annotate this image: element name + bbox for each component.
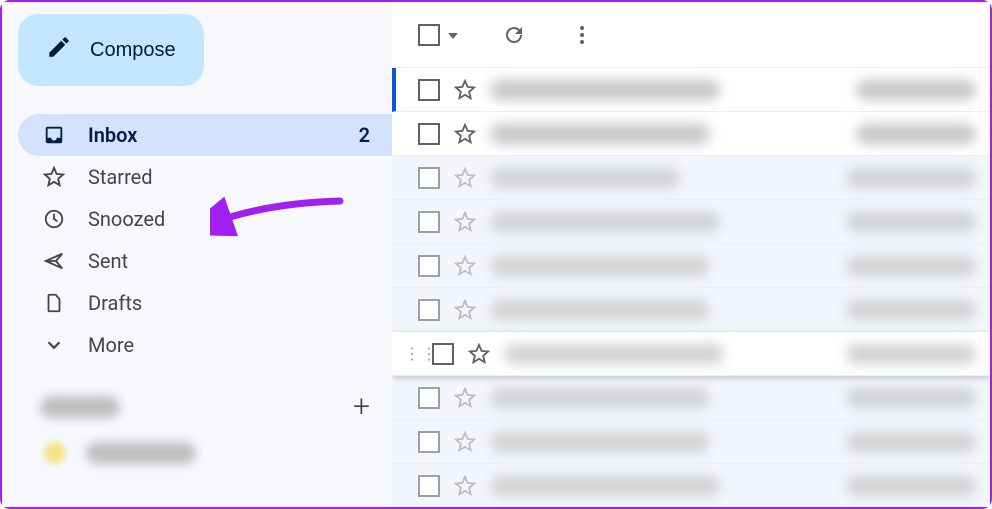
sidebar: Compose Inbox 2 Starred Snoozed Sent Dra… bbox=[2, 2, 392, 507]
sidebar-item-label: Snoozed bbox=[88, 207, 165, 231]
checkbox-icon bbox=[418, 24, 440, 46]
star-button[interactable] bbox=[454, 387, 476, 409]
message-row[interactable] bbox=[392, 68, 990, 112]
toolbar bbox=[392, 2, 990, 68]
message-checkbox[interactable] bbox=[418, 255, 440, 277]
send-icon bbox=[42, 249, 66, 273]
sidebar-item-label: Starred bbox=[88, 165, 153, 189]
refresh-button[interactable] bbox=[502, 23, 526, 47]
message-row[interactable] bbox=[392, 244, 990, 288]
sidebar-item-sent[interactable]: Sent bbox=[18, 240, 392, 282]
message-checkbox[interactable] bbox=[418, 123, 440, 145]
sidebar-item-starred[interactable]: Starred bbox=[18, 156, 392, 198]
message-sender bbox=[490, 256, 710, 276]
main-panel: ⋮⋮ bbox=[392, 2, 990, 507]
message-subject bbox=[846, 388, 976, 408]
message-checkbox[interactable] bbox=[418, 475, 440, 497]
message-subject bbox=[856, 124, 976, 144]
star-icon bbox=[42, 165, 66, 189]
star-button[interactable] bbox=[454, 255, 476, 277]
sidebar-item-more[interactable]: More bbox=[18, 324, 392, 366]
sidebar-item-label: Drafts bbox=[88, 291, 142, 315]
message-row[interactable] bbox=[392, 200, 990, 244]
message-sender bbox=[490, 476, 720, 496]
message-sender bbox=[490, 300, 710, 320]
message-row[interactable] bbox=[392, 464, 990, 507]
message-row[interactable] bbox=[392, 376, 990, 420]
sidebar-item-inbox[interactable]: Inbox 2 bbox=[18, 114, 392, 156]
message-checkbox[interactable] bbox=[418, 79, 440, 101]
message-checkbox[interactable] bbox=[432, 343, 454, 365]
labels-section: + bbox=[18, 392, 392, 464]
star-button[interactable] bbox=[454, 79, 476, 101]
star-button[interactable] bbox=[454, 167, 476, 189]
message-sender bbox=[490, 432, 710, 452]
sidebar-item-drafts[interactable]: Drafts bbox=[18, 282, 392, 324]
message-sender bbox=[490, 388, 710, 408]
label-color-dot bbox=[44, 442, 66, 464]
nav-list: Inbox 2 Starred Snoozed Sent Drafts More bbox=[18, 114, 392, 366]
message-row[interactable] bbox=[392, 156, 990, 200]
label-item[interactable] bbox=[40, 442, 370, 464]
star-button[interactable] bbox=[454, 475, 476, 497]
label-name bbox=[86, 442, 196, 464]
message-subject bbox=[846, 300, 976, 320]
sidebar-item-snoozed[interactable]: Snoozed bbox=[18, 198, 392, 240]
sidebar-item-label: Sent bbox=[88, 249, 128, 273]
message-sender bbox=[490, 124, 710, 144]
chevron-down-icon bbox=[42, 333, 66, 357]
drag-handle-icon[interactable]: ⋮⋮ bbox=[404, 344, 418, 363]
message-checkbox[interactable] bbox=[418, 387, 440, 409]
message-sender bbox=[504, 344, 724, 364]
star-button[interactable] bbox=[454, 123, 476, 145]
message-row[interactable] bbox=[392, 112, 990, 156]
message-list: ⋮⋮ bbox=[392, 68, 990, 507]
star-button[interactable] bbox=[454, 431, 476, 453]
message-checkbox[interactable] bbox=[418, 167, 440, 189]
message-subject bbox=[846, 344, 976, 364]
sidebar-item-label: More bbox=[88, 333, 134, 357]
add-label-button[interactable]: + bbox=[353, 392, 370, 422]
message-row[interactable]: ⋮⋮ bbox=[392, 332, 990, 376]
star-button[interactable] bbox=[468, 343, 490, 365]
inbox-icon bbox=[42, 123, 66, 147]
message-sender bbox=[490, 168, 680, 188]
message-checkbox[interactable] bbox=[418, 431, 440, 453]
compose-label: Compose bbox=[90, 39, 176, 62]
star-button[interactable] bbox=[454, 299, 476, 321]
labels-heading bbox=[40, 396, 120, 418]
message-row[interactable] bbox=[392, 420, 990, 464]
file-icon bbox=[42, 291, 66, 315]
more-menu-button[interactable] bbox=[570, 23, 594, 47]
chevron-down-icon bbox=[448, 33, 458, 39]
message-subject bbox=[856, 80, 976, 100]
sidebar-item-label: Inbox bbox=[88, 123, 137, 147]
sidebar-item-count: 2 bbox=[359, 123, 370, 147]
message-subject bbox=[846, 168, 976, 188]
message-sender bbox=[490, 212, 720, 232]
message-subject bbox=[846, 256, 976, 276]
clock-icon bbox=[42, 207, 66, 231]
message-sender bbox=[490, 80, 720, 100]
select-all-checkbox[interactable] bbox=[418, 24, 458, 46]
message-checkbox[interactable] bbox=[418, 211, 440, 233]
compose-button[interactable]: Compose bbox=[18, 14, 204, 86]
pencil-icon bbox=[46, 34, 72, 66]
message-subject bbox=[846, 476, 976, 496]
message-checkbox[interactable] bbox=[418, 299, 440, 321]
message-row[interactable] bbox=[392, 288, 990, 332]
message-subject bbox=[846, 432, 976, 452]
message-subject bbox=[846, 212, 976, 232]
star-button[interactable] bbox=[454, 211, 476, 233]
